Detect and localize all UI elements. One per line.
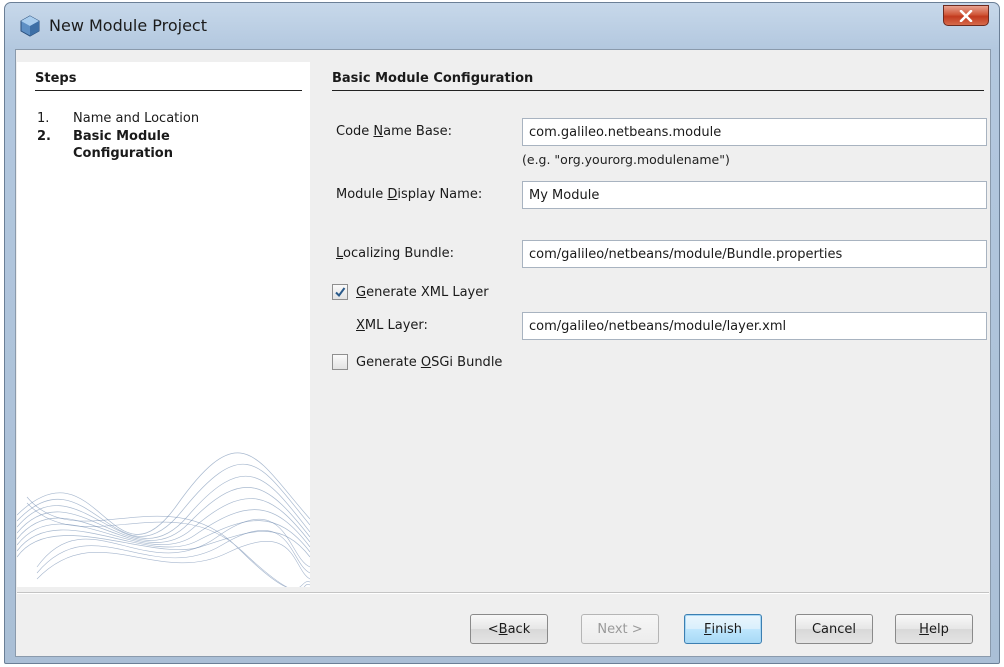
close-button[interactable]	[943, 5, 989, 26]
step-label: Basic Module Configuration	[73, 129, 173, 161]
code-name-base-hint: (e.g. "org.yourorg.modulename")	[522, 152, 730, 167]
generate-osgi-bundle-label: Generate OSGi Bundle	[356, 354, 503, 370]
finish-button[interactable]: Finish	[684, 614, 762, 644]
section-divider	[332, 90, 984, 91]
xml-layer-label: XML Layer:	[356, 318, 428, 333]
steps-panel: Steps 1. Name and Location 2. Basic Modu…	[17, 62, 310, 587]
back-button[interactable]: < Back	[470, 614, 548, 644]
step-number: 2.	[37, 129, 51, 144]
configuration-panel: Basic Module Configuration Code Name Bas…	[316, 62, 990, 587]
localizing-bundle-label: Localizing Bundle:	[336, 246, 455, 261]
localizing-bundle-input[interactable]	[522, 240, 987, 268]
help-button[interactable]: Help	[895, 614, 973, 644]
checkmark-icon	[335, 287, 346, 298]
dialog-client-area: Steps 1. Name and Location 2. Basic Modu…	[15, 49, 991, 657]
module-display-name-input[interactable]	[522, 181, 987, 209]
code-name-base-label: Code Name Base:	[336, 124, 452, 139]
steps-heading: Steps	[35, 71, 77, 86]
code-name-base-input[interactable]	[522, 118, 987, 146]
close-icon	[959, 9, 973, 22]
step-label: Name and Location	[73, 111, 200, 126]
button-bar-divider	[17, 592, 989, 594]
generate-xml-layer-checkbox-row[interactable]: Generate XML Layer	[332, 284, 489, 300]
next-button[interactable]: Next >	[581, 614, 659, 644]
step-number: 1.	[37, 111, 50, 126]
generate-osgi-bundle-checkbox[interactable]	[332, 354, 348, 370]
window-title: New Module Project	[49, 16, 207, 35]
xml-layer-input[interactable]	[522, 312, 987, 340]
section-heading: Basic Module Configuration	[332, 71, 534, 86]
generate-xml-layer-label: Generate XML Layer	[356, 284, 489, 300]
generate-osgi-bundle-checkbox-row[interactable]: Generate OSGi Bundle	[332, 354, 502, 370]
dialog-window: New Module Project Steps 1. Name and Loc…	[4, 2, 1000, 664]
steps-divider	[35, 90, 302, 91]
decorative-wave-graphic	[17, 452, 310, 587]
netbeans-cube-icon	[20, 15, 40, 37]
module-display-name-label: Module Display Name:	[336, 187, 483, 202]
title-bar[interactable]: New Module Project	[5, 3, 999, 49]
generate-xml-layer-checkbox[interactable]	[332, 284, 348, 300]
cancel-button[interactable]: Cancel	[795, 614, 873, 644]
